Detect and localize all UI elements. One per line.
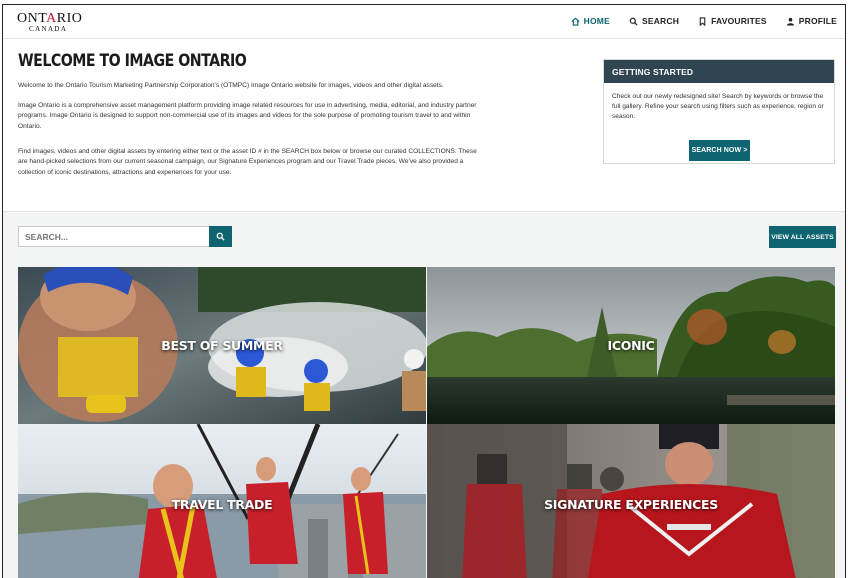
site-header: ONTARIO CANADA HOME SEARCH FAVOURITES PR…	[3, 5, 845, 39]
collection-tile-travel-trade[interactable]: TRAVEL TRADE	[18, 424, 426, 578]
search-icon	[629, 17, 638, 26]
view-all-assets-button[interactable]: VIEW ALL ASSETS	[769, 226, 836, 248]
nav-search[interactable]: SEARCH	[629, 16, 679, 26]
nav-favourites[interactable]: FAVOURITES	[698, 16, 767, 26]
intro-paragraph-1: Welcome to the Ontario Tourism Marketing…	[18, 82, 444, 89]
user-icon	[786, 17, 794, 26]
page-frame: ONTARIO CANADA HOME SEARCH FAVOURITES PR…	[2, 4, 846, 578]
collection-label: ICONIC	[607, 338, 655, 353]
collection-label: SIGNATURE EXPERIENCES	[544, 496, 718, 512]
intro-paragraph-3: Find images, videos and other digital as…	[18, 148, 477, 176]
nav-home-label: HOME	[583, 16, 610, 26]
getting-started-panel: GETTING STARTED Check out our newly rede…	[603, 59, 835, 164]
search-now-button[interactable]: SEARCH NOW >	[689, 140, 750, 161]
home-icon	[571, 17, 580, 26]
collection-tile-best-of-summer[interactable]: BEST OF SUMMER	[18, 267, 426, 424]
nav-profile[interactable]: PROFILE	[786, 16, 837, 26]
nav-favourites-label: FAVOURITES	[711, 16, 767, 26]
main-nav: HOME SEARCH FAVOURITES PROFILE	[571, 16, 837, 26]
logo-wordmark: ONTARIO	[17, 11, 83, 26]
search-submit-button[interactable]	[209, 226, 232, 247]
bookmark-icon	[699, 16, 706, 26]
nav-profile-label: PROFILE	[798, 16, 837, 26]
search-icon	[216, 232, 225, 241]
collection-tile-signature-experiences[interactable]: SIGNATURE EXPERIENCES	[427, 424, 835, 578]
nav-search-label: SEARCH	[641, 16, 680, 26]
intro-paragraph-2: Image Ontario is a comprehensive asset m…	[18, 102, 477, 130]
collection-tile-iconic[interactable]: ICONIC	[427, 267, 835, 424]
getting-started-title: GETTING STARTED	[604, 60, 834, 83]
page-title: WELCOME TO IMAGE ONTARIO	[18, 51, 247, 70]
ontario-logo[interactable]: ONTARIO CANADA	[17, 11, 83, 34]
search-input[interactable]	[18, 226, 210, 247]
getting-started-text: Check out our newly redesigned site! Sea…	[612, 93, 824, 121]
logo-subtitle: CANADA	[29, 25, 68, 33]
collection-label: BEST OF SUMMER	[161, 338, 283, 353]
collection-label: TRAVEL TRADE	[171, 496, 273, 512]
nav-home[interactable]: HOME	[571, 16, 610, 26]
